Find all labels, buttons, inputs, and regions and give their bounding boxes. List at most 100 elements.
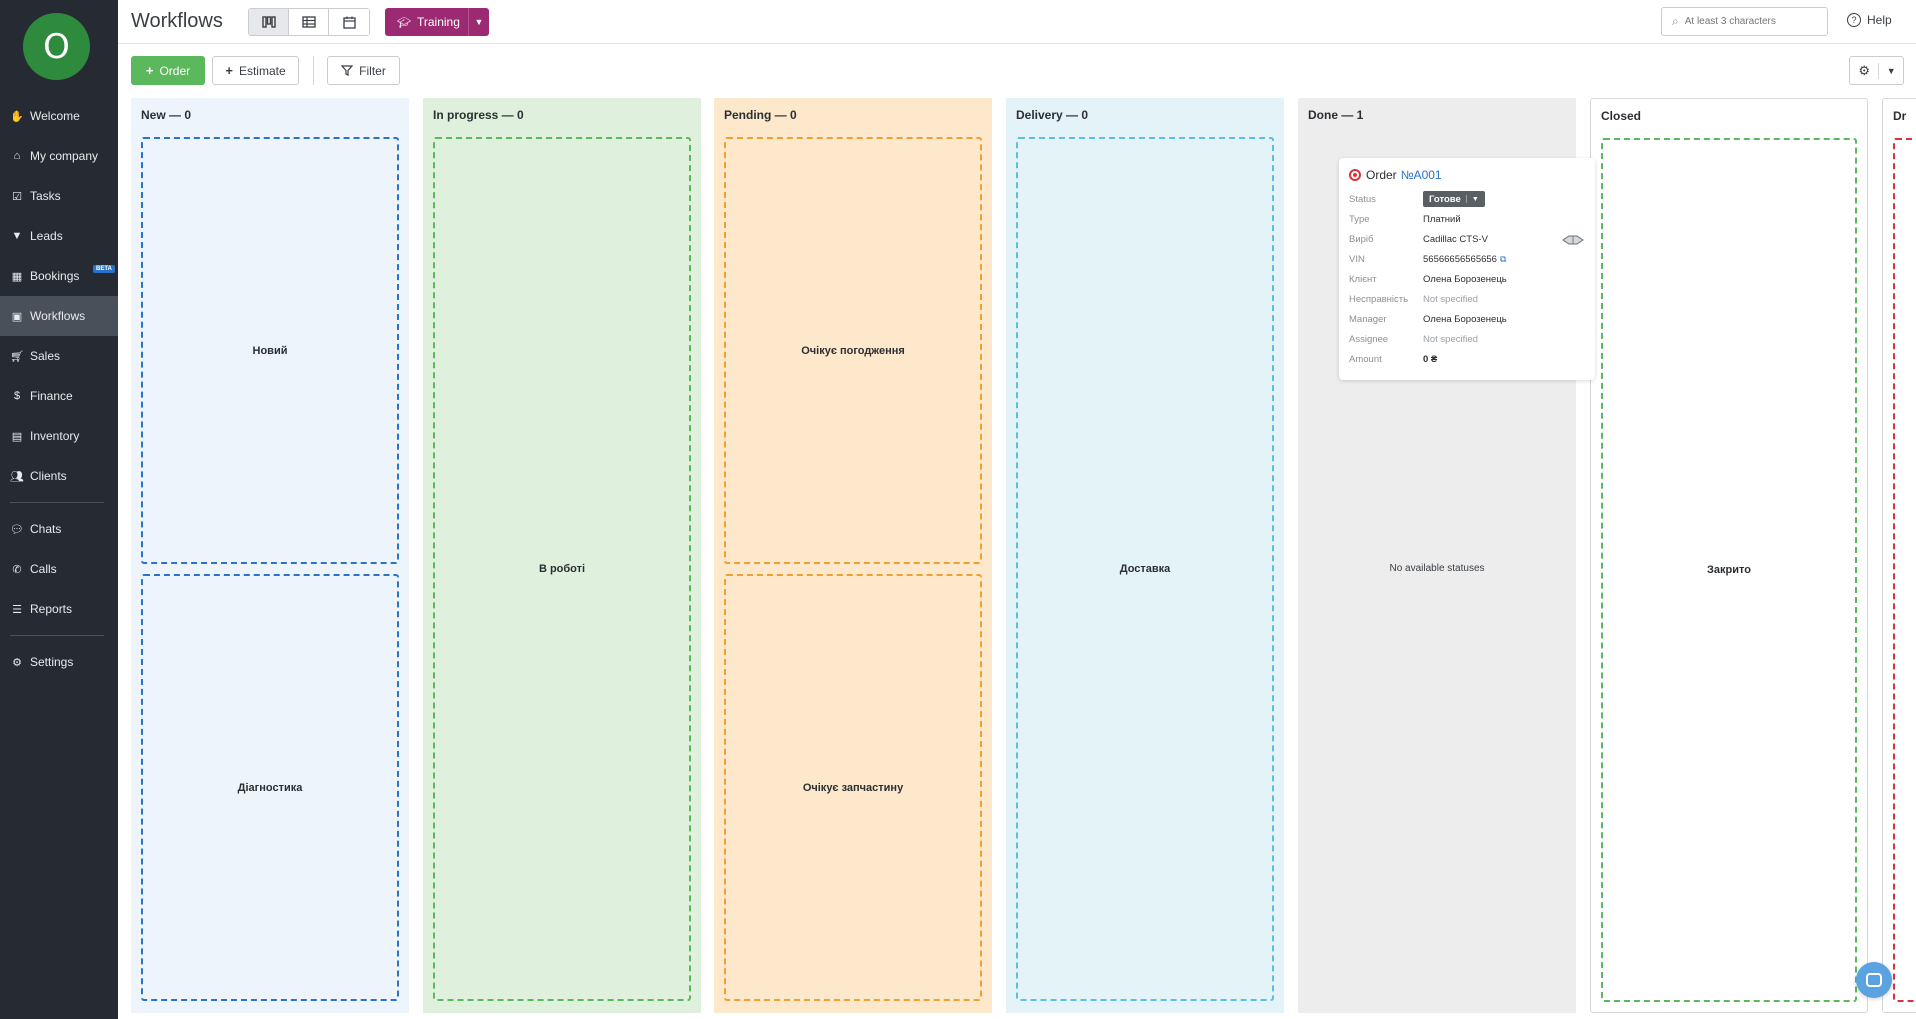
- column-title: Dr: [1893, 109, 1907, 123]
- copy-icon[interactable]: ⧉: [1500, 254, 1506, 265]
- avatar[interactable]: O: [23, 13, 90, 80]
- column-in-progress: In progress — 0 В роботі: [423, 98, 701, 1013]
- sidebar-item-leads[interactable]: ▼ Leads: [0, 216, 118, 256]
- status-zone[interactable]: Новий: [141, 137, 399, 564]
- sidebar-divider: [10, 502, 104, 503]
- status-zone[interactable]: Діагностика: [141, 574, 399, 1001]
- board-settings-button[interactable]: ⚙ ▼: [1849, 56, 1904, 85]
- sidebar-item-label: Reports: [30, 602, 73, 616]
- row-key: Клієнт: [1349, 273, 1377, 285]
- status-label: Закрито: [1707, 564, 1751, 576]
- row-key: Manager: [1349, 313, 1387, 325]
- column-title: Done — 1: [1308, 108, 1364, 122]
- row-key: Type: [1349, 213, 1370, 225]
- plus-icon: +: [145, 63, 154, 78]
- sidebar-item-clients[interactable]: 👥︎ Clients: [0, 456, 118, 496]
- order-make-row: Виріб Cadillac CTS-V: [1349, 232, 1488, 246]
- training-button[interactable]: 🎓︎ Training ▼: [385, 8, 489, 36]
- column-title: Closed: [1601, 109, 1642, 123]
- sidebar-item-my-company[interactable]: ⌂ My company: [0, 136, 118, 176]
- sidebar-item-bookings[interactable]: ▦ Bookings BETA: [0, 256, 118, 296]
- table-view-button[interactable]: [289, 9, 329, 35]
- order-assignee-row: Assignee Not specified: [1349, 332, 1478, 346]
- sidebar-item-label: Workflows: [30, 309, 86, 323]
- column-title: New — 0: [141, 108, 192, 122]
- column-title: Pending — 0: [724, 108, 797, 122]
- order-client-row: Клієнт Олена Борозенець: [1349, 272, 1507, 286]
- status-zone[interactable]: В роботі: [433, 137, 691, 1001]
- status-zone[interactable]: Очікує запчастину: [724, 574, 982, 1001]
- order-number-link[interactable]: №A001: [1401, 168, 1442, 182]
- calendar-view-button[interactable]: [329, 9, 369, 35]
- page-title: Workflows: [131, 10, 223, 32]
- order-status-row: Status Готове ▼: [1349, 191, 1485, 207]
- kanban-icon: [261, 16, 276, 28]
- column-delivery: Delivery — 0 Доставка: [1006, 98, 1284, 1013]
- status-zone[interactable]: Доставка: [1016, 137, 1274, 1001]
- row-value: 0 ₴: [1423, 353, 1438, 365]
- estimate-label: Estimate: [238, 63, 286, 78]
- sidebar-item-chats[interactable]: 💬︎ Chats: [0, 509, 118, 549]
- filter-icon: [341, 65, 354, 76]
- chevron-down-icon[interactable]: ▼: [469, 17, 489, 27]
- sidebar-item-tasks[interactable]: ☑ Tasks: [0, 176, 118, 216]
- sidebar-item-sales[interactable]: 🛒︎ Sales: [0, 336, 118, 376]
- order-prefix: Order: [1366, 168, 1397, 182]
- status-label: Діагностика: [237, 781, 303, 794]
- phone-icon: ✆: [12, 563, 22, 576]
- status-value: Готове: [1429, 193, 1461, 205]
- order-card[interactable]: Order №A001 Status Готове ▼ Type Платний …: [1339, 158, 1595, 380]
- support-chat-button[interactable]: [1856, 962, 1892, 998]
- status-zone[interactable]: [1893, 138, 1916, 1002]
- order-fault-row: Несправність Not specified: [1349, 292, 1478, 306]
- status-zone[interactable]: Очікує погодження: [724, 137, 982, 564]
- search-box[interactable]: ⌕: [1661, 7, 1828, 36]
- sidebar-item-inventory[interactable]: ▤ Inventory: [0, 416, 118, 456]
- order-manager-row: Manager Олена Борозенець: [1349, 312, 1507, 326]
- sidebar-item-label: Inventory: [30, 429, 80, 443]
- status-label: Очікує запчастину: [802, 781, 904, 794]
- status-dropdown[interactable]: Готове ▼: [1423, 191, 1485, 207]
- order-type-row: Type Платний: [1349, 212, 1461, 226]
- training-main[interactable]: 🎓︎ Training: [385, 8, 469, 36]
- sidebar-item-finance[interactable]: $ Finance: [0, 376, 118, 416]
- sidebar-item-label: My company: [30, 149, 99, 163]
- kanban-view-button[interactable]: [249, 9, 289, 35]
- question-icon: ?: [1847, 13, 1861, 27]
- toolbar-divider: [313, 56, 314, 85]
- graduation-cap-icon: 🎓︎: [397, 16, 411, 29]
- search-input[interactable]: [1684, 16, 1815, 27]
- sidebar-item-label: Tasks: [30, 189, 61, 203]
- row-key: Assignee: [1349, 333, 1389, 345]
- home-icon: ⌂: [13, 150, 21, 162]
- add-order-button[interactable]: + Order: [131, 56, 205, 85]
- status-label: Новий: [252, 344, 288, 357]
- checklist-icon: ☑: [12, 190, 22, 203]
- sidebar-divider: [10, 635, 104, 636]
- row-value: Готове ▼: [1423, 191, 1485, 207]
- row-value: Платний: [1423, 213, 1461, 225]
- filter-button[interactable]: Filter: [327, 56, 400, 85]
- help-link[interactable]: ? Help: [1847, 13, 1892, 27]
- sidebar-item-label: Bookings: [30, 269, 80, 283]
- sidebar-item-label: Sales: [30, 349, 61, 363]
- sidebar-item-label: Finance: [30, 389, 73, 403]
- chevron-down-icon: ▼: [1471, 195, 1479, 203]
- row-value: Олена Борозенець: [1423, 273, 1507, 285]
- sidebar-item-reports[interactable]: ☰ Reports: [0, 589, 118, 629]
- vin-value: 56566656565656: [1423, 253, 1497, 265]
- status-zone[interactable]: Закрито: [1601, 138, 1857, 1002]
- chevron-down-icon: ▼: [1886, 65, 1896, 76]
- sidebar-item-settings[interactable]: ⚙ Settings: [0, 642, 118, 682]
- chat-icon: [1866, 973, 1882, 987]
- column-closed: Closed Закрито: [1590, 98, 1868, 1013]
- sidebar-item-welcome[interactable]: ✋ Welcome: [0, 96, 118, 136]
- row-key: Amount: [1349, 353, 1382, 365]
- gear-icon: ⚙: [1850, 62, 1880, 79]
- add-estimate-button[interactable]: + Estimate: [212, 56, 299, 85]
- no-statuses-note: No available statuses: [1389, 563, 1485, 574]
- sidebar-item-calls[interactable]: ✆ Calls: [0, 549, 118, 589]
- sidebar-item-workflows[interactable]: ▣ Workflows: [0, 296, 118, 336]
- cart-icon: 🛒︎: [10, 350, 24, 363]
- sidebar-item-label: Chats: [30, 522, 62, 536]
